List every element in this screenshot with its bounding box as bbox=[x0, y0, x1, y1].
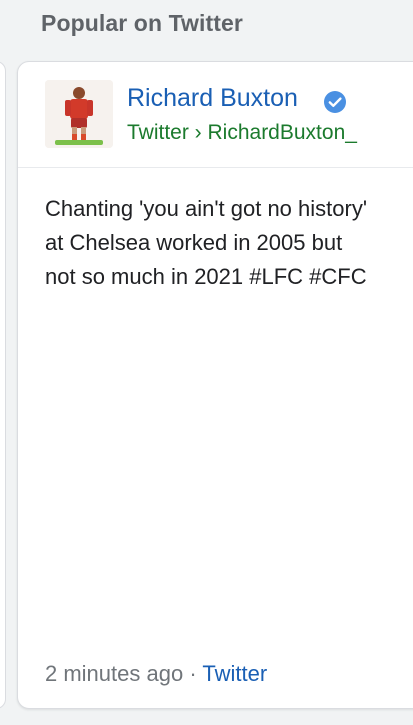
football-player-avatar-icon bbox=[45, 80, 113, 148]
tweet-footer: 2 minutes ago · Twitter bbox=[45, 661, 267, 687]
source-breadcrumb[interactable]: Twitter › RichardBuxton_ bbox=[127, 121, 357, 145]
author-name[interactable]: Richard Buxton bbox=[127, 84, 298, 113]
previous-card-edge[interactable] bbox=[0, 61, 6, 709]
tweet-card-header[interactable]: Richard Buxton Twitter › RichardBuxton_ bbox=[18, 62, 413, 168]
tweet-card[interactable]: Richard Buxton Twitter › RichardBuxton_ … bbox=[17, 61, 413, 709]
verified-badge-icon bbox=[324, 91, 346, 113]
popular-on-twitter-panel: Popular on Twitter Richard Buxton Twitte… bbox=[0, 0, 413, 725]
timestamp: 2 minutes ago bbox=[45, 661, 184, 686]
footer-separator: · bbox=[183, 661, 203, 686]
section-title: Popular on Twitter bbox=[41, 10, 243, 36]
avatar[interactable] bbox=[45, 80, 113, 148]
tweet-text: Chanting 'you ain't got no history' at C… bbox=[45, 196, 368, 289]
twitter-source-link[interactable]: Twitter bbox=[202, 661, 267, 686]
